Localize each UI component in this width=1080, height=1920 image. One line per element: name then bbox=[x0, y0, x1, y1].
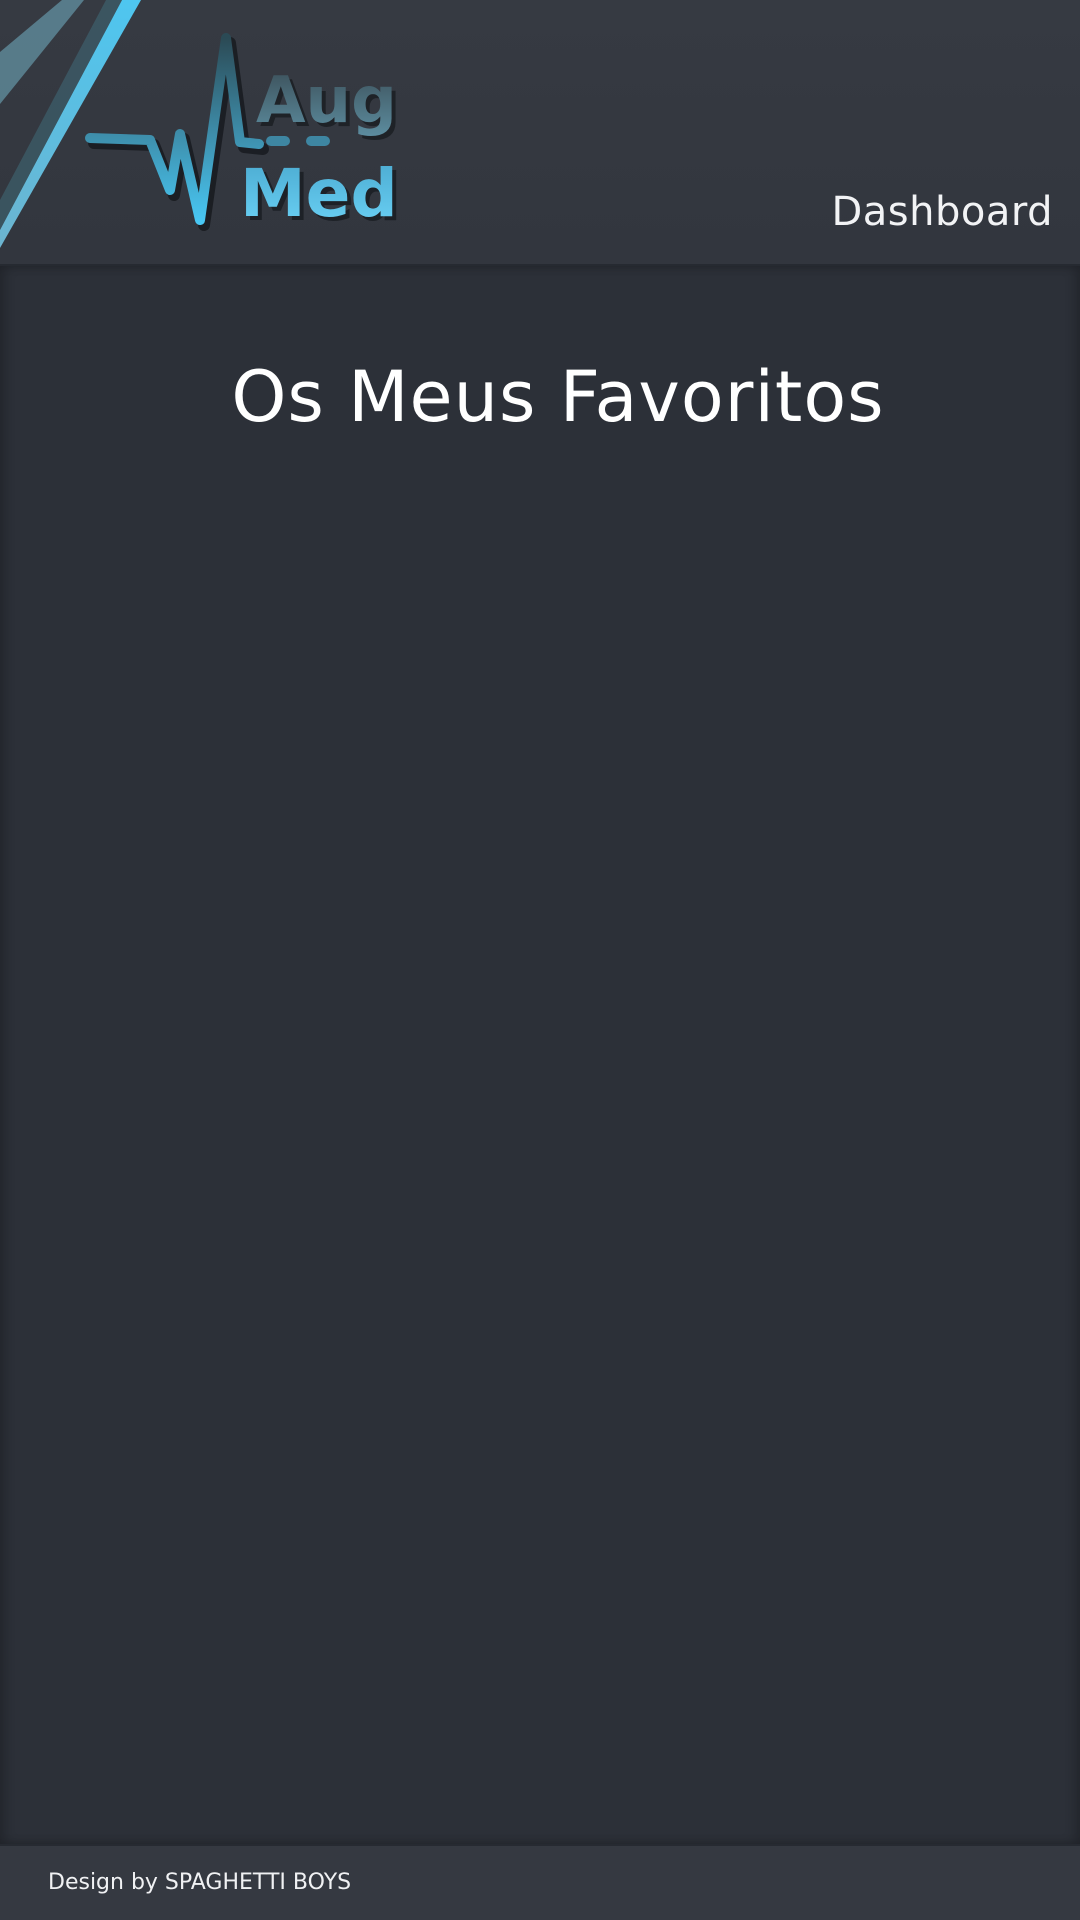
favorites-panel: Os Meus Favoritos bbox=[0, 266, 1080, 1844]
dashboard-link[interactable]: Dashboard bbox=[831, 192, 1053, 232]
app-root: Aug Aug Med Med Dashboard Os Meus Favori… bbox=[0, 0, 1080, 1920]
logo-text-bottom: Med bbox=[240, 155, 398, 232]
augmed-logo[interactable]: Aug Aug Med Med bbox=[84, 30, 414, 240]
page-title: Os Meus Favoritos bbox=[231, 356, 885, 438]
app-footer: Design by SPAGHETTI BOYS bbox=[0, 1844, 1080, 1920]
heartbeat-pulse-icon: Aug Aug Med Med bbox=[85, 33, 402, 236]
app-header: Aug Aug Med Med Dashboard bbox=[0, 0, 1080, 266]
footer-credit: Design by SPAGHETTI BOYS bbox=[48, 1870, 352, 1895]
logo-text-top: Aug bbox=[256, 64, 397, 138]
